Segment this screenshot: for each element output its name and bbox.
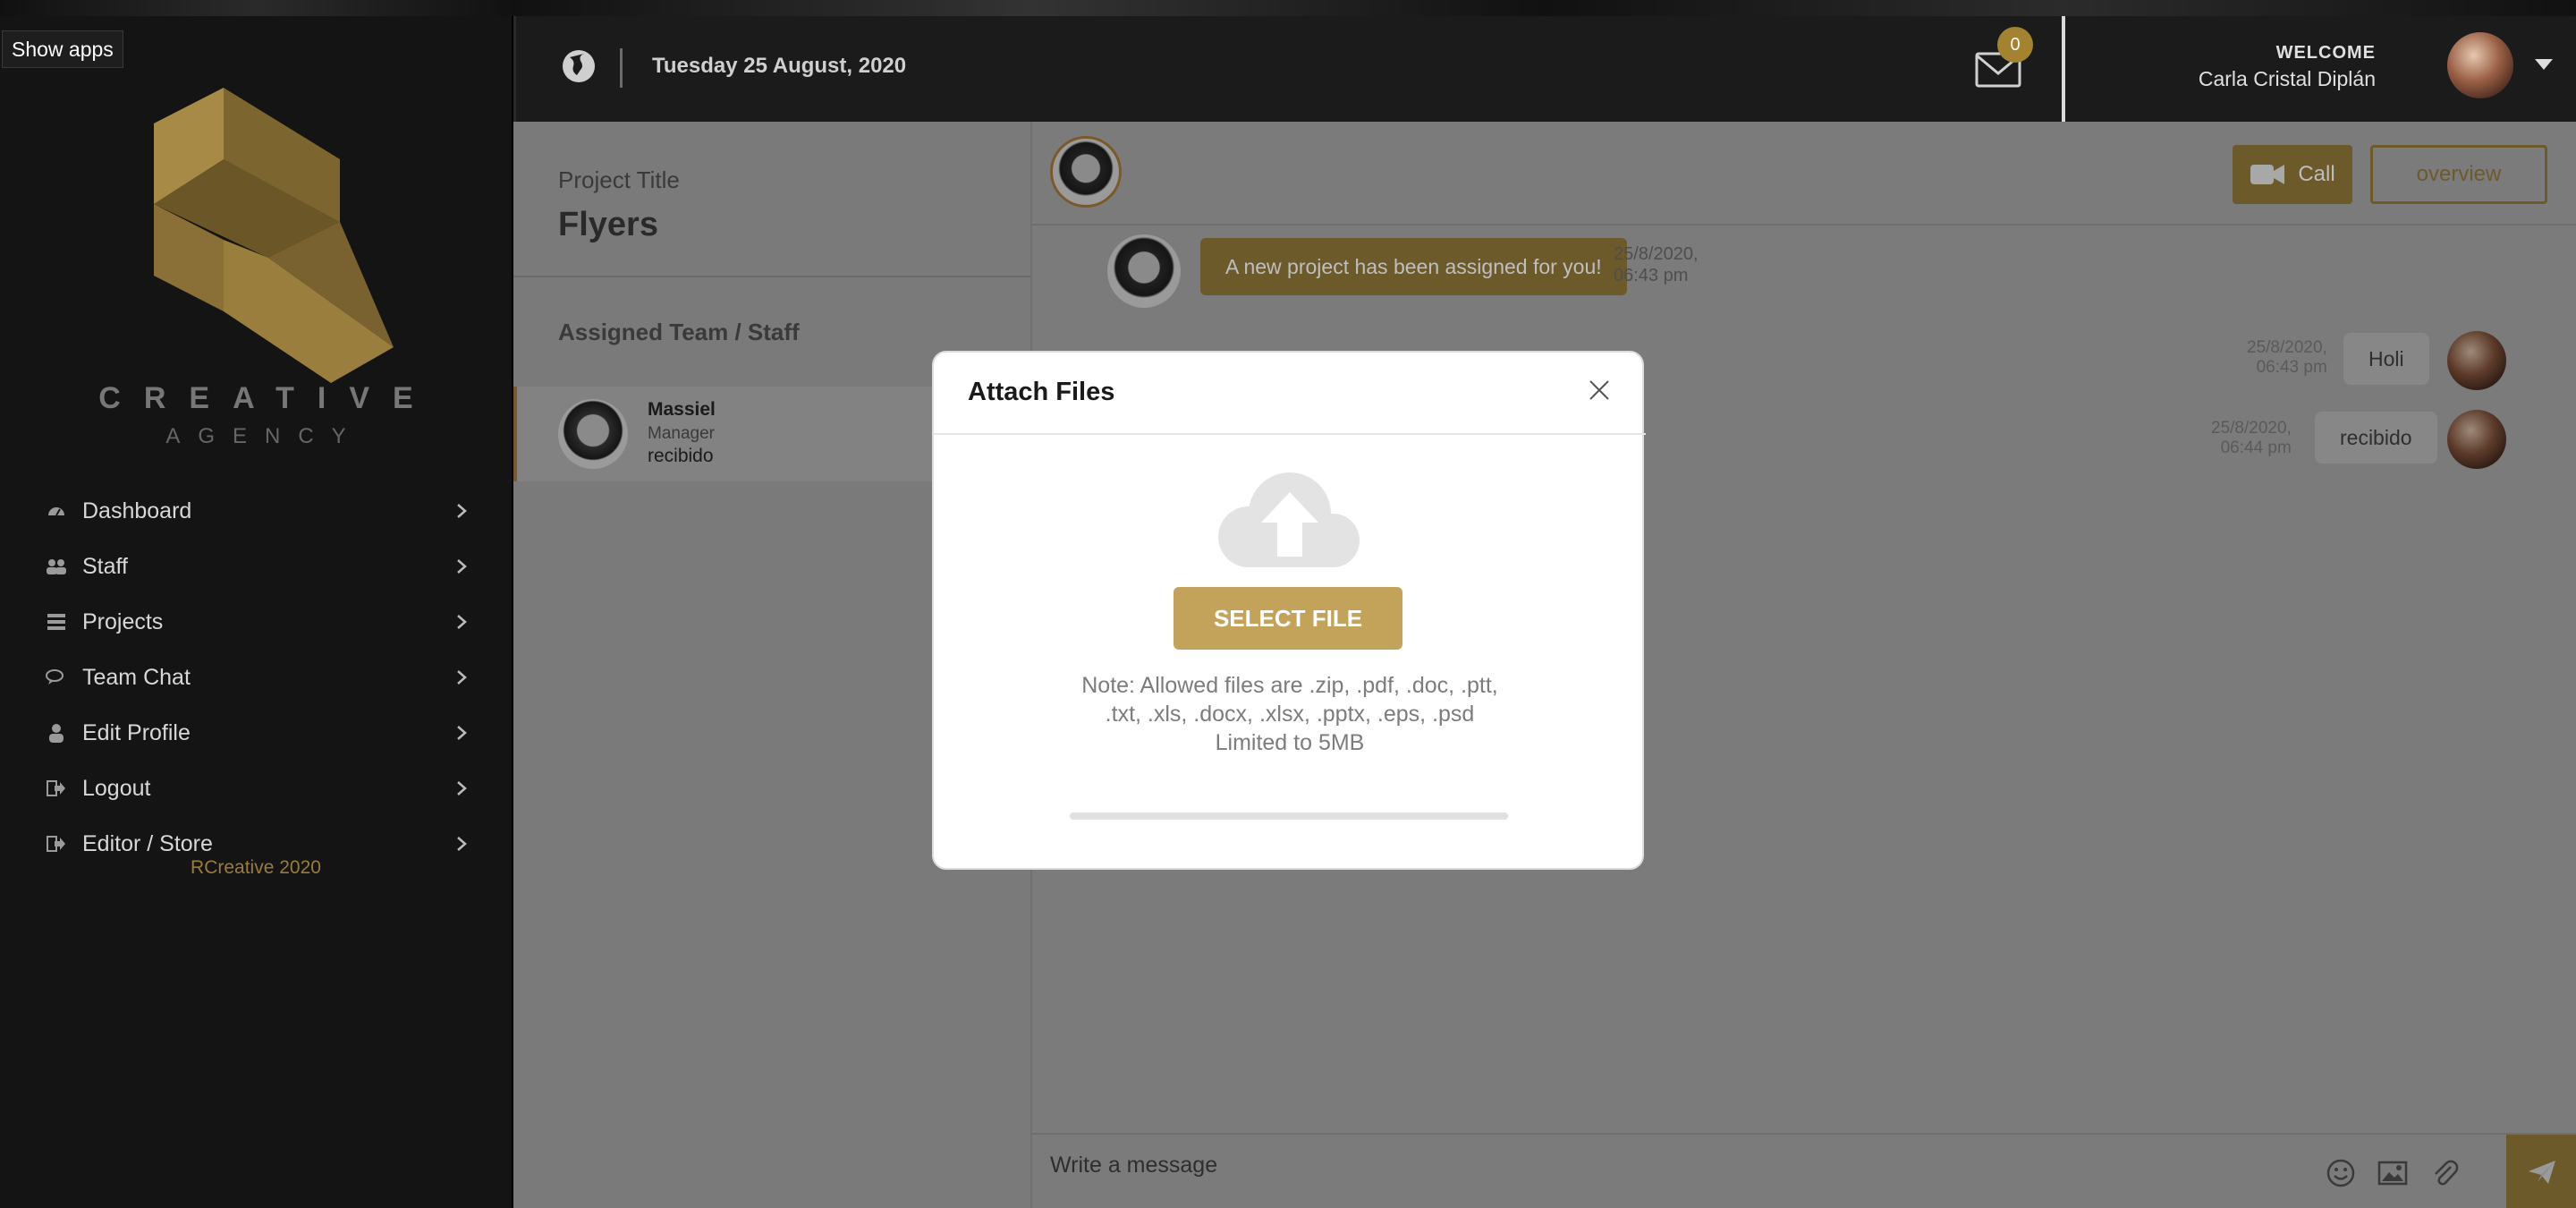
send-icon [2529, 1161, 2555, 1184]
note-line: Limited to 5MB [1215, 730, 1365, 755]
image-icon[interactable] [2377, 1158, 2408, 1188]
modal-divider [934, 433, 1646, 435]
user-icon [45, 721, 68, 744]
sidebar-item-label: Logout [82, 775, 151, 801]
message-timestamp: 25/8/2020, 06:43 pm [2247, 338, 2327, 378]
brand-subtitle: AGENCY [165, 424, 364, 448]
current-date: Tuesday 25 August, 2020 [652, 54, 907, 78]
divider [513, 276, 1030, 277]
sidebar-item-projects[interactable]: Projects [0, 594, 512, 650]
brand-logo [143, 88, 402, 383]
allowed-files-note: Note: Allowed files are .zip, .pdf, .doc… [934, 671, 1646, 757]
logout-icon [45, 832, 68, 855]
chevron-right-icon [457, 726, 467, 740]
sidebar-item-label: Team Chat [82, 664, 191, 690]
note-line: .txt, .xls, .docx, .xlsx, .pptx, .eps, .… [1105, 702, 1475, 727]
chevron-right-icon [457, 837, 467, 851]
avatar [2447, 331, 2506, 390]
project-title: Flyers [558, 206, 658, 243]
chevron-right-icon [457, 615, 467, 629]
message-date: 25/8/2020, [1614, 244, 1699, 264]
overview-button[interactable]: overview [2370, 145, 2547, 204]
sidebar: CREATIVE AGENCY Dashboard Staff Projects [0, 16, 512, 1208]
attach-files-modal: Attach Files SELECT FILE Note: Allowed f… [932, 351, 1646, 870]
member-role: Manager [648, 424, 715, 443]
cloud-upload-icon [1218, 472, 1360, 567]
mail-count-badge: 0 [1997, 27, 2033, 63]
message-date: 25/8/2020, [2247, 338, 2327, 357]
modal-title: Attach Files [968, 378, 1115, 406]
top-strip [0, 0, 2576, 16]
globe-icon[interactable] [561, 48, 597, 84]
show-apps-button[interactable]: Show apps [2, 30, 123, 68]
message-time: 06:43 pm [1614, 266, 1689, 285]
header-divider [620, 48, 623, 88]
user-name: Carla Cristal Diplán [2198, 67, 2376, 90]
sidebar-item-label: Edit Profile [82, 719, 191, 745]
sidebar-item-staff[interactable]: Staff [0, 539, 512, 594]
brand-name: CREATIVE [98, 381, 436, 415]
call-button[interactable]: Call [2233, 145, 2352, 204]
call-label: Call [2298, 162, 2335, 186]
chat-icon [45, 666, 68, 689]
sidebar-item-team-chat[interactable]: Team Chat [0, 650, 512, 705]
avatar [2447, 410, 2506, 469]
sidebar-item-label: Dashboard [82, 498, 192, 523]
send-button[interactable] [2506, 1135, 2576, 1208]
sidebar-item-logout[interactable]: Logout [0, 761, 512, 816]
users-icon [45, 555, 68, 578]
sidebar-item-label: Staff [82, 553, 128, 579]
upload-progress-bar [1070, 812, 1508, 820]
close-icon[interactable] [1587, 378, 1612, 403]
paperclip-icon[interactable] [2429, 1158, 2460, 1188]
sidebar-item-label: Projects [82, 608, 164, 634]
welcome-label: WELCOME [2275, 43, 2376, 63]
header-divider-vertical [2062, 16, 2065, 122]
select-file-button[interactable]: SELECT FILE [1174, 587, 1402, 650]
user-greeting: WELCOME Carla Cristal Diplán [2199, 43, 2376, 91]
video-camera-icon [2250, 165, 2285, 184]
chevron-right-icon [457, 504, 467, 518]
message-time: 06:44 pm [2220, 438, 2292, 457]
member-name: Massiel [648, 399, 716, 420]
divider [1032, 224, 2576, 225]
message-time: 06:43 pm [2256, 358, 2327, 377]
message-timestamp: 25/8/2020, 06:43 pm [1614, 243, 1699, 286]
chevron-right-icon [457, 559, 467, 574]
user-avatar[interactable] [2447, 32, 2513, 98]
message-bubble: recibido [2315, 412, 2437, 464]
sidebar-item-edit-profile[interactable]: Edit Profile [0, 705, 512, 761]
caret-down-icon[interactable] [2535, 59, 2553, 70]
message-composer: Write a message [1032, 1133, 2576, 1208]
member-last-message: recibido [648, 446, 714, 466]
chevron-right-icon [457, 781, 467, 795]
chat-contact-avatar[interactable] [1050, 136, 1122, 208]
message-bubble: A new project has been assigned for you! [1200, 238, 1627, 295]
avatar [558, 399, 628, 469]
message-bubble: Holi [2343, 333, 2429, 385]
message-date: 25/8/2020, [2211, 419, 2292, 438]
chevron-right-icon [457, 670, 467, 685]
logout-icon [45, 777, 68, 800]
team-label: Assigned Team / Staff [558, 319, 800, 345]
sidebar-nav: Dashboard Staff Projects Team Chat Edit … [0, 483, 512, 872]
sidebar-item-dashboard[interactable]: Dashboard [0, 483, 512, 539]
message-input[interactable]: Write a message [1050, 1153, 1217, 1178]
projects-icon [45, 610, 68, 634]
sidebar-footer: RCreative 2020 [191, 857, 321, 878]
top-header: Tuesday 25 August, 2020 0 WELCOME Carla … [513, 16, 2576, 122]
message-timestamp: 25/8/2020, 06:44 pm [2211, 419, 2292, 458]
avatar [1107, 234, 1181, 308]
dashboard-icon [45, 499, 68, 523]
project-title-label: Project Title [558, 166, 680, 193]
note-line: Note: Allowed files are .zip, .pdf, .doc… [1081, 673, 1498, 698]
sidebar-item-label: Editor / Store [82, 830, 213, 856]
emoji-icon[interactable] [2326, 1158, 2356, 1188]
